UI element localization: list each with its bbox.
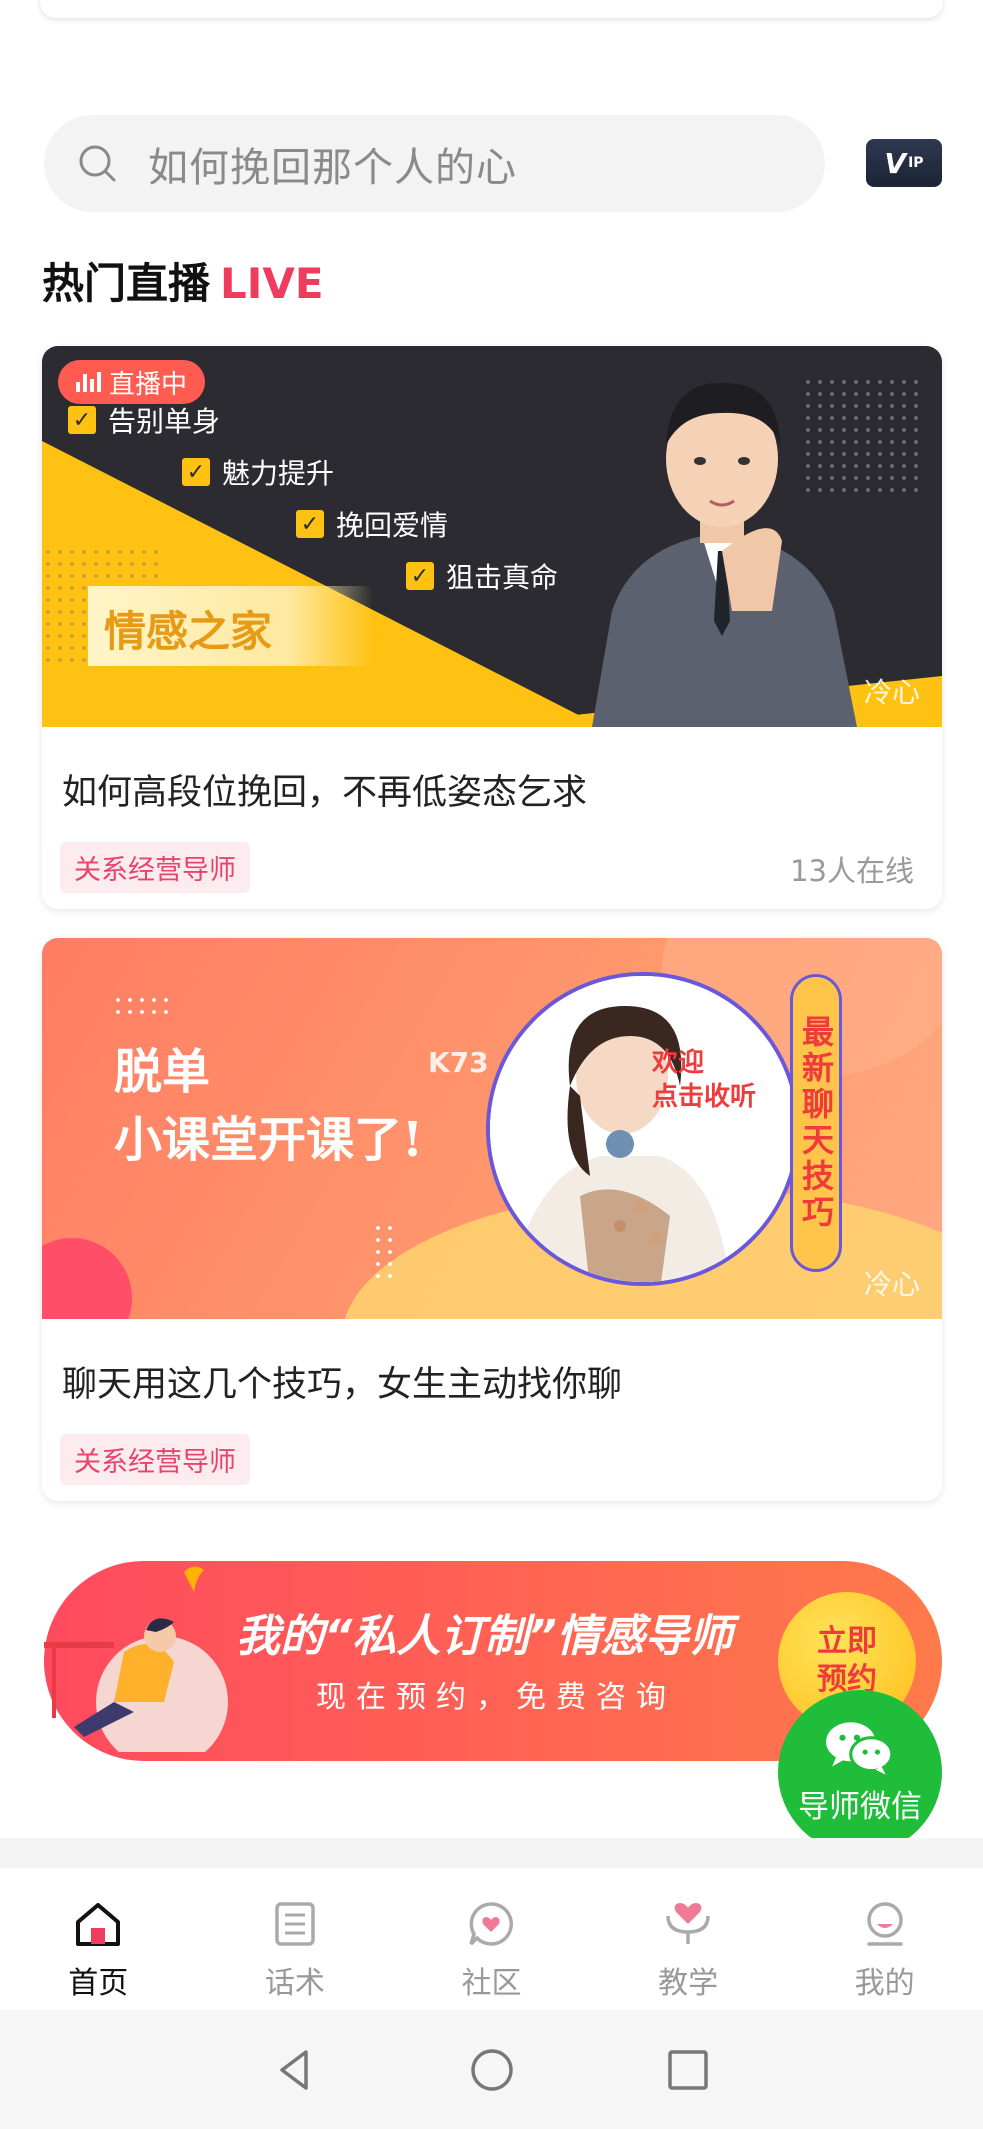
checklist-text: 挽回爱情 (336, 509, 449, 542)
vip-label: V (884, 146, 907, 180)
headline-line-1: 脱单 (114, 1044, 211, 1100)
checklist-item: ✓ 告别单身 (68, 400, 220, 440)
section-title-text: 热门直播 (42, 259, 211, 308)
k73-watermark: K73 (428, 1046, 489, 1079)
tab-teaching[interactable]: 教学 (590, 1868, 787, 2010)
welcome-text: 欢迎 点击收听 (652, 1046, 756, 1114)
checklist-text: 狙击真命 (446, 561, 559, 594)
checkbox-icon: ✓ (182, 458, 210, 486)
brand-label: 情感之家 (88, 586, 373, 666)
tab-label: 话术 (264, 1966, 325, 2001)
tab-profile[interactable]: 我的 (786, 1868, 983, 2010)
search-placeholder: 如何挽回那个人的心 (148, 144, 517, 191)
dot-pattern (112, 994, 172, 1018)
mentor-wechat-button[interactable]: 导师微信 (778, 1690, 942, 1854)
instructor-photo (592, 382, 857, 727)
watermark: 冷心 (863, 676, 920, 709)
wechat-icon (826, 1721, 894, 1775)
mentor-tag: 关系经营导师 (60, 842, 250, 893)
bottom-tab-bar: 首页 话术 社区 教学 我的 (0, 1868, 983, 2010)
card-title: 聊天用这几个技巧，女生主动找你聊 (62, 1365, 623, 1405)
vertical-caption: 最新聊天技巧 (790, 974, 842, 1272)
search-bar[interactable]: 如何挽回那个人的心 (44, 115, 825, 212)
section-divider (0, 1838, 983, 1868)
app-screen: 如何挽回那个人的心 V IP 热门直播 LIVE 直播中 ✓ 告别单身 ✓ 魅力提升 ✓… (0, 0, 983, 2129)
profile-icon (866, 1902, 903, 1946)
teaching-icon (666, 1903, 710, 1944)
online-count: 13人在线 (790, 854, 914, 888)
tab-scripts[interactable]: 话术 (197, 1868, 394, 2010)
checklist-item: ✓ 挽回爱情 (296, 504, 448, 544)
vertical-caption-text: 最新聊天技巧 (797, 1015, 835, 1231)
vip-sub: IP (908, 155, 924, 171)
system-navigation-bar (0, 2010, 983, 2129)
mentor-tag: 关系经营导师 (60, 1434, 250, 1485)
watermark: 冷心 (863, 1268, 920, 1301)
script-icon (275, 1902, 315, 1946)
community-icon (469, 1902, 514, 1946)
live-label: LIVE (220, 259, 324, 308)
home-nav-icon[interactable] (468, 2046, 516, 2094)
checklist-text: 魅力提升 (222, 457, 335, 490)
back-icon[interactable] (272, 2046, 320, 2094)
promo-illustration (44, 1566, 228, 1752)
banner-headline: 脱单 小课堂开课了! (114, 1038, 423, 1174)
card-title: 如何高段位挽回，不再低姿态乞求 (62, 773, 588, 813)
live-banner-1[interactable]: 直播中 ✓ 告别单身 ✓ 魅力提升 ✓ 挽回爱情 ✓ 狙击真命 情感之家 冷心 (42, 346, 942, 727)
live-status-badge: 直播中 (58, 360, 206, 404)
headline-line-2: 小课堂开课了! (114, 1112, 424, 1168)
vip-button[interactable]: V IP (866, 139, 942, 187)
brand-text: 情感之家 (104, 607, 273, 656)
instructor-photo-circle (486, 972, 800, 1286)
tab-home[interactable]: 首页 (0, 1868, 197, 2010)
search-icon (79, 145, 116, 181)
checkbox-icon: ✓ (406, 562, 434, 590)
tab-label: 社区 (461, 1966, 522, 2001)
book-now-label: 立即预约 (817, 1624, 877, 1697)
promo-headline: 我的“私人订制”情感导师 (236, 1611, 733, 1662)
tab-label: 首页 (68, 1966, 129, 2001)
checkbox-icon: ✓ (68, 406, 96, 434)
tab-label: 教学 (658, 1966, 719, 2001)
previous-card-edge (40, 0, 943, 18)
welcome-line-1: 欢迎 (652, 1048, 705, 1078)
checklist-item: ✓ 魅力提升 (182, 452, 334, 492)
dot-pattern (372, 1222, 396, 1282)
live-status-text: 直播中 (109, 369, 188, 400)
promo-subtitle: 现在预约，免费咨询 (316, 1680, 676, 1715)
recents-icon[interactable] (664, 2046, 712, 2094)
tab-label: 我的 (854, 1966, 915, 2001)
live-card-1[interactable]: 直播中 ✓ 告别单身 ✓ 魅力提升 ✓ 挽回爱情 ✓ 狙击真命 情感之家 冷心 如何高段 (42, 346, 942, 909)
checkbox-icon: ✓ (296, 510, 324, 538)
checklist-item: ✓ 狙击真命 (406, 556, 558, 596)
mentor-wechat-label: 导师微信 (798, 1788, 922, 1825)
welcome-line-2: 点击收听 (652, 1082, 757, 1112)
live-card-2[interactable]: 脱单 小课堂开课了! 欢迎 点击收听 最新聊天技巧 K73 冷心 聊天用这几个技… (42, 938, 942, 1501)
checklist-text: 告别单身 (108, 405, 221, 438)
tab-community[interactable]: 社区 (393, 1868, 590, 2010)
instructor-photo (490, 976, 796, 1282)
live-bars-icon (76, 372, 101, 392)
live-banner-2[interactable]: 脱单 小课堂开课了! 欢迎 点击收听 最新聊天技巧 K73 冷心 (42, 938, 942, 1319)
section-title: 热门直播 LIVE (42, 250, 324, 311)
home-icon (76, 1903, 121, 1946)
